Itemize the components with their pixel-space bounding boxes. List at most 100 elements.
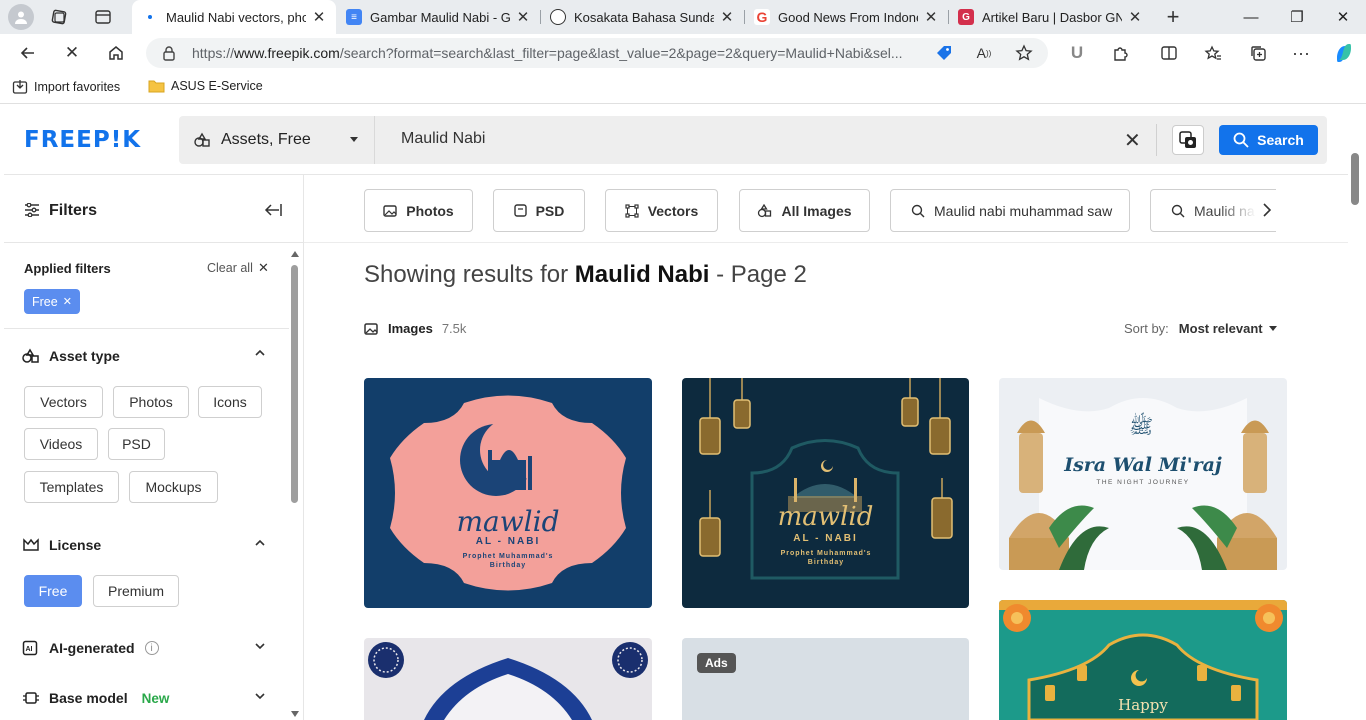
search-by-image-icon	[1178, 130, 1198, 150]
search-input[interactable]: Maulid Nabi	[401, 130, 485, 148]
base-model-section-header[interactable]: Base model New	[22, 690, 169, 706]
tab-label: Kosakata Bahasa Sunda	[574, 9, 714, 25]
address-bar[interactable]: https://www.freepik.com/search?format=se…	[146, 38, 1048, 68]
extensions-puzzle-icon[interactable]	[1107, 39, 1135, 67]
license-premium[interactable]: Premium	[93, 575, 179, 607]
freepik-logo[interactable]: FREEP!K	[24, 127, 141, 153]
mawlid-pink-illustration	[390, 395, 626, 591]
result-image-4[interactable]	[364, 638, 652, 720]
close-tab-icon[interactable]: ✕	[312, 8, 326, 26]
tab-gnfi[interactable]: G Good News From Indonesi ✕	[744, 0, 948, 34]
close-window-icon[interactable]: ✕	[1320, 0, 1366, 34]
bookmarks-bar: Import favorites ASUS E-Service	[0, 72, 1366, 104]
gnfi-favicon-icon: G	[958, 9, 974, 25]
tab-google-docs[interactable]: ≡ Gambar Maulid Nabi - Goo ✕	[336, 0, 540, 34]
split-screen-icon[interactable]	[1155, 39, 1183, 67]
ai-generated-section-header[interactable]: AI AI-generated i	[22, 640, 159, 656]
stop-loading-icon[interactable]: ✕	[58, 39, 86, 67]
page-scrollbar[interactable]	[1348, 145, 1362, 720]
svg-text:ﷺ: ﷺ	[1129, 412, 1153, 438]
collections-icon[interactable]	[50, 8, 68, 26]
asset-type-templates[interactable]: Templates	[24, 471, 119, 503]
asset-type-dropdown[interactable]: Assets, Free	[179, 116, 375, 164]
collapse-sidebar-icon[interactable]	[263, 202, 283, 218]
collections-icon[interactable]	[1244, 39, 1272, 67]
result-image-3[interactable]: ﷺ Isra Wal Mi'raj THE NIGHT JOURNEY	[999, 378, 1287, 570]
back-icon[interactable]	[14, 39, 42, 67]
asset-type-psd[interactable]: PSD	[108, 428, 165, 460]
shopping-tag-icon[interactable]	[930, 39, 958, 67]
close-tab-icon[interactable]: ✕	[924, 8, 938, 26]
settings-more-icon[interactable]: ···	[1287, 39, 1315, 67]
lock-icon[interactable]	[162, 45, 176, 61]
tab-label: Gambar Maulid Nabi - Goo	[370, 9, 510, 25]
info-icon[interactable]: i	[144, 641, 159, 655]
photo-icon	[383, 204, 397, 217]
asset-type-mockups[interactable]: Mockups	[129, 471, 218, 503]
card-title: Happy	[1118, 696, 1168, 714]
home-icon[interactable]	[102, 39, 130, 67]
close-tab-icon[interactable]: ✕	[1128, 8, 1142, 26]
asset-type-vectors[interactable]: Vectors	[24, 386, 103, 418]
pill-photos[interactable]: Photos	[364, 189, 473, 232]
clear-search-icon[interactable]: ✕	[1124, 128, 1141, 153]
chevron-down-icon[interactable]	[254, 690, 266, 702]
page-scroll-thumb[interactable]	[1351, 153, 1359, 205]
ad-card[interactable]: Ads	[682, 638, 969, 720]
pill-all-images[interactable]: All Images	[739, 189, 870, 232]
favorite-star-icon[interactable]	[1010, 39, 1038, 67]
restore-icon[interactable]: ❐	[1274, 0, 1320, 34]
search-divider	[1156, 124, 1157, 156]
tab-chatgpt[interactable]: Kosakata Bahasa Sunda ✕	[540, 0, 744, 34]
images-count: 7.5k	[441, 321, 467, 336]
tab-label: Maulid Nabi vectors, photo	[166, 9, 306, 25]
applied-filters-label: Applied filters	[24, 261, 111, 276]
pill-vectors[interactable]: Vectors	[605, 189, 718, 232]
read-aloud-icon[interactable]: A))	[970, 39, 998, 67]
search-icon	[911, 204, 925, 218]
search-button[interactable]: Search	[1219, 125, 1318, 155]
clear-all-link[interactable]: Clear all	[207, 261, 253, 275]
license-section-header[interactable]: License	[22, 537, 101, 553]
scroll-down-icon[interactable]	[291, 711, 299, 717]
close-tab-icon[interactable]: ✕	[516, 8, 530, 26]
license-free[interactable]: Free	[24, 575, 82, 607]
sort-control[interactable]: Sort by: Most relevant	[1124, 321, 1277, 336]
sidebar-scroll-thumb[interactable]	[291, 265, 298, 503]
pill-psd[interactable]: PSD	[493, 189, 585, 232]
result-image-1[interactable]: mawlid AL - NABI Prophet Muhammad's Birt…	[364, 378, 652, 608]
asset-type-section-header[interactable]: Asset type	[22, 348, 120, 364]
copilot-icon[interactable]	[1330, 39, 1358, 67]
chevron-right-icon[interactable]	[1262, 203, 1272, 217]
new-tab-icon[interactable]: +	[1160, 4, 1186, 30]
close-tab-icon[interactable]: ✕	[720, 8, 734, 26]
minimize-icon[interactable]: —	[1228, 0, 1274, 34]
favorites-icon[interactable]	[1199, 39, 1227, 67]
bookmark-label: Import favorites	[34, 80, 121, 94]
bookmark-asus-eservice[interactable]: ASUS E-Service	[148, 79, 263, 93]
extension-u-icon[interactable]: U	[1063, 39, 1091, 67]
url-domain: www.freepik.com	[234, 45, 340, 61]
tab-dasbor-gnfi[interactable]: G Artikel Baru | Dasbor GNFI ✕	[948, 0, 1152, 34]
suggestion-maulid-nabi-muhammad-saw[interactable]: Maulid nabi muhammad saw	[890, 189, 1130, 232]
bookmark-import-favorites[interactable]: Import favorites	[12, 79, 120, 95]
asset-type-photos[interactable]: Photos	[113, 386, 189, 418]
tab-freepik[interactable]: Maulid Nabi vectors, photo ✕	[132, 0, 336, 34]
result-image-6[interactable]: Happy	[999, 600, 1287, 720]
scroll-up-icon[interactable]	[291, 251, 299, 257]
result-image-2[interactable]: mawlid AL - NABI Prophet Muhammad's Birt…	[682, 378, 969, 608]
applied-filter-chip-free[interactable]: Free ✕	[24, 289, 80, 314]
chevron-up-icon[interactable]	[254, 537, 266, 549]
chevron-down-icon[interactable]	[254, 640, 266, 652]
sort-value: Most relevant	[1178, 321, 1263, 336]
remove-filter-icon[interactable]: ✕	[63, 295, 72, 308]
profile-avatar-icon[interactable]	[8, 4, 34, 30]
image-search-button[interactable]	[1172, 125, 1204, 155]
asset-type-videos[interactable]: Videos	[24, 428, 98, 460]
clear-all-icon[interactable]: ✕	[258, 260, 269, 276]
license-icon	[22, 537, 40, 553]
tab-actions-icon[interactable]	[94, 8, 112, 26]
asset-type-icons[interactable]: Icons	[198, 386, 262, 418]
blue-ornament-illustration	[368, 642, 648, 720]
chevron-up-icon[interactable]	[254, 347, 266, 359]
